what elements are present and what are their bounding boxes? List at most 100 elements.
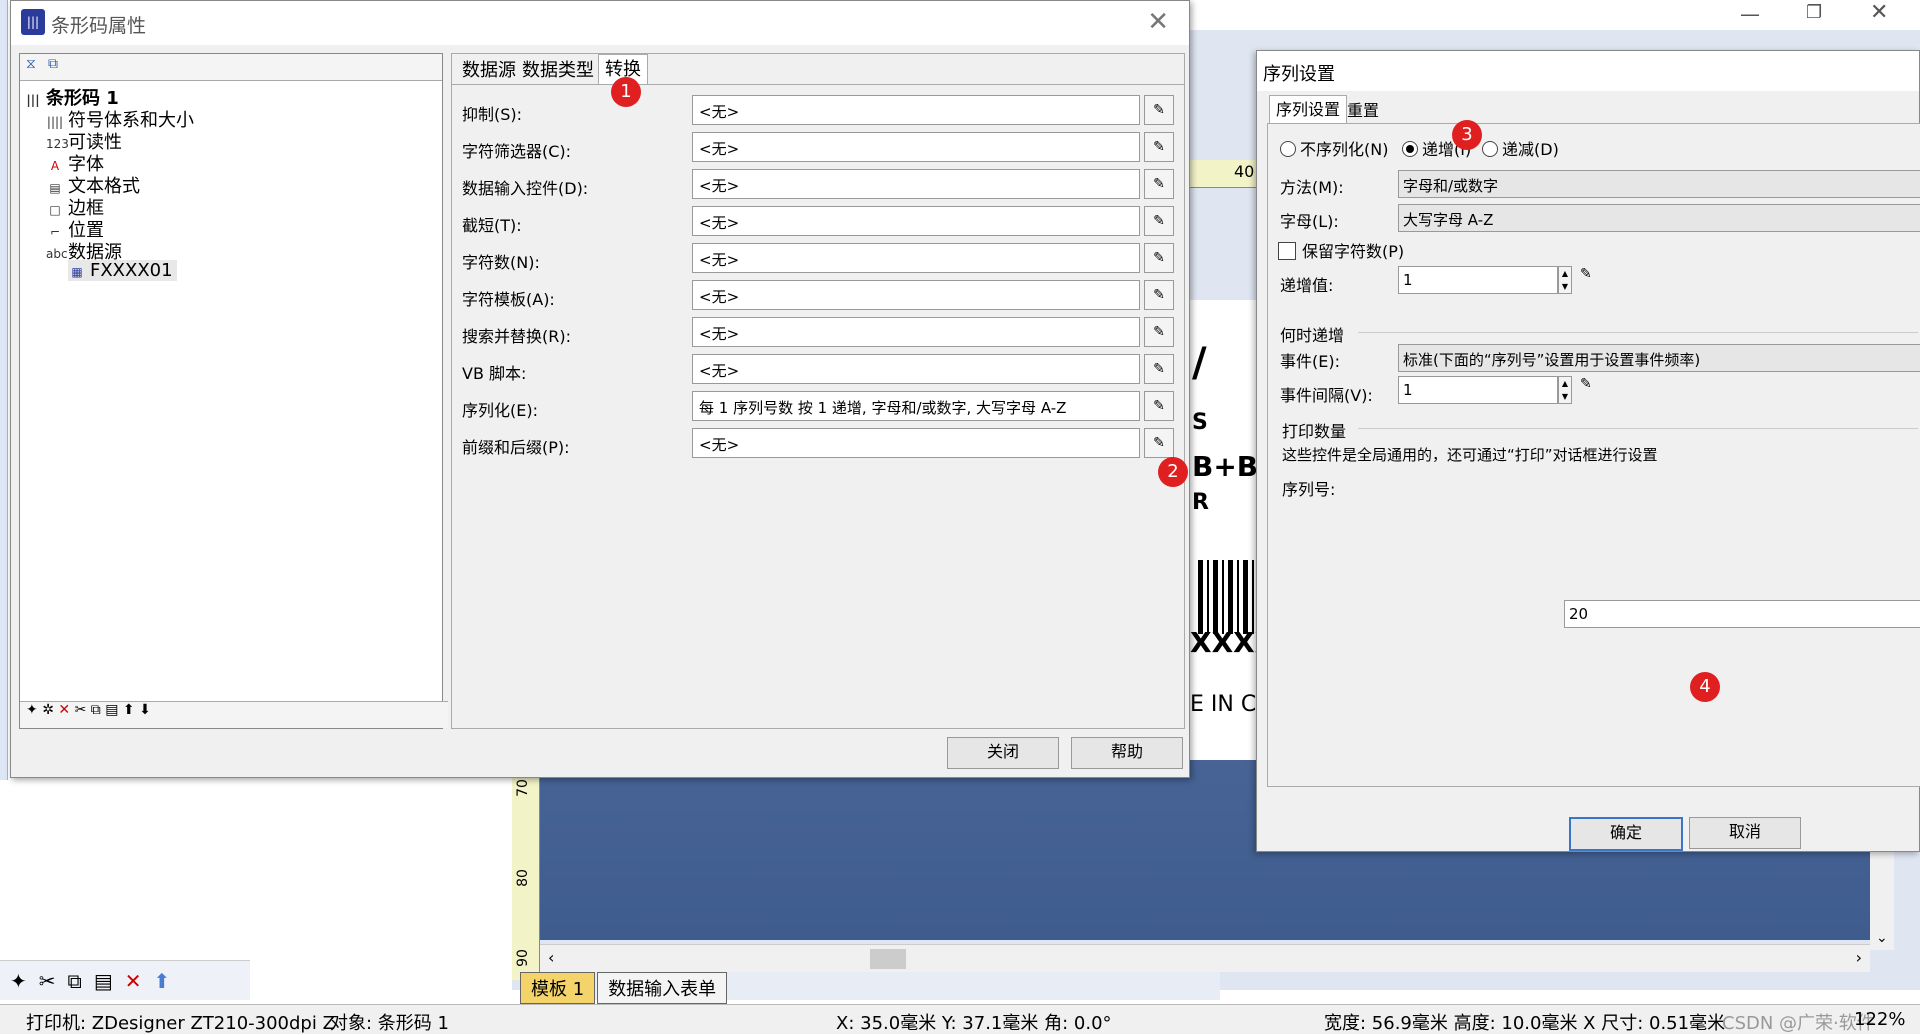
radio-label: 不序列化(N) [1300, 140, 1389, 159]
ok-button[interactable]: 确定 [1569, 817, 1683, 851]
expand-icon[interactable]: ⧖ [26, 56, 36, 72]
serial-number-input[interactable]: 20 [1564, 600, 1920, 628]
radio-decrement[interactable]: 递减(D) [1482, 136, 1559, 160]
dialog-title: 条形码属性 [51, 15, 147, 37]
event-select[interactable]: 标准(下面的“序列号”设置用于设置事件频率) [1398, 344, 1920, 372]
annotation-badge: 2 [1158, 457, 1188, 487]
print-quantity-group: 打印数量 [1282, 422, 1347, 441]
tab-template-1[interactable]: 模板 1 [520, 972, 596, 1004]
edit-icon[interactable]: ✎ [1580, 266, 1592, 282]
left-edge-panel [0, 0, 8, 780]
new-icon[interactable]: ✦ [26, 702, 38, 718]
field-label: 字符模板(A): [462, 290, 555, 309]
coords-status: X: 35.0毫米 Y: 37.1毫米 角: 0.0° [836, 1013, 1112, 1034]
group-divider [1358, 332, 1918, 333]
close-button[interactable]: 关闭 [947, 737, 1059, 769]
paste-icon[interactable]: ▤ [94, 969, 113, 993]
close-icon[interactable]: ✕ [1147, 7, 1169, 37]
scroll-down-icon[interactable]: ⌄ [1876, 930, 1888, 946]
text-format-icon: ▤ [49, 181, 61, 195]
interval-stepper[interactable]: ▲ ▼ [1558, 376, 1572, 404]
serial-settings-body: 不序列化(N) 递增(I) 递减(D) 方法(M): 字母和/或数字 字母(L)… [1267, 123, 1920, 787]
close-icon[interactable]: ✕ [1870, 0, 1888, 25]
tab-datasource[interactable]: 数据源 [456, 56, 522, 82]
move-down-icon[interactable]: ⬇ [139, 702, 151, 718]
vb-script-field[interactable]: <无> [692, 354, 1140, 384]
scroll-thumb[interactable] [870, 949, 906, 969]
cut-icon[interactable]: ✂ [75, 702, 87, 718]
event-label: 事件(E): [1280, 352, 1340, 371]
edit-icon[interactable]: ✎ [1144, 169, 1174, 199]
char-count-field[interactable]: <无> [692, 243, 1140, 273]
scroll-left-icon[interactable]: ‹ [548, 948, 554, 967]
restore-icon[interactable]: ❐ [1806, 2, 1822, 23]
increment-label: 递增值: [1280, 276, 1334, 295]
copy-icon[interactable]: ⧉ [68, 969, 82, 993]
search-replace-field[interactable]: <无> [692, 317, 1140, 347]
edit-icon[interactable]: ✎ [1144, 132, 1174, 162]
paste-icon[interactable]: ▤ [105, 702, 118, 718]
help-button[interactable]: 帮助 [1071, 737, 1183, 769]
suppress-field[interactable]: <无> [692, 95, 1140, 125]
field-label: 抑制(S): [462, 105, 523, 124]
tab-data-entry-form[interactable]: 数据输入表单 [597, 972, 728, 1004]
window-controls: — ❐ ✕ [1720, 0, 1920, 30]
edit-icon[interactable]: ✎ [1144, 280, 1174, 310]
tab-serial-settings[interactable]: 序列设置 [1269, 95, 1348, 126]
horizontal-scrollbar[interactable]: ‹ › [540, 944, 1870, 972]
edit-icon[interactable]: ✎ [1144, 95, 1174, 125]
increment-stepper[interactable]: ▲ ▼ [1558, 266, 1572, 294]
cut-icon[interactable]: ✂ [39, 969, 56, 993]
edit-icon[interactable]: ✎ [1144, 428, 1174, 458]
edit-icon[interactable]: ✎ [1144, 317, 1174, 347]
checkbox-icon [1278, 242, 1296, 260]
collapse-icon[interactable]: ⧉ [48, 56, 58, 72]
delete-icon[interactable]: ✕ [58, 702, 70, 718]
scroll-right-icon[interactable]: › [1856, 948, 1862, 967]
radio-no-serial[interactable]: 不序列化(N) [1280, 136, 1388, 160]
edit-icon[interactable]: ✎ [1580, 376, 1592, 392]
copy-icon[interactable]: ⧉ [91, 702, 101, 718]
barcode-properties-dialog: ||| 条形码属性 ✕ ⧖ ⧉ ||| 条形码 1 |||| 符号体系和大小 123… [10, 0, 1190, 778]
dialog-titlebar: ||| 条形码属性 ✕ [11, 1, 1189, 45]
minimize-icon[interactable]: — [1740, 2, 1760, 26]
cancel-button[interactable]: 取消 [1689, 817, 1801, 849]
wand-icon[interactable]: ✲ [42, 702, 54, 718]
field-label: VB 脚本: [462, 364, 527, 383]
move-up-icon[interactable]: ⬆ [153, 969, 170, 993]
annotation-badge: 1 [611, 77, 641, 107]
letter-select[interactable]: 大写字母 A-Z [1398, 204, 1920, 232]
keep-chars-checkbox[interactable]: 保留字符数(P) [1278, 238, 1404, 262]
move-up-icon[interactable]: ⬆ [123, 702, 135, 718]
new-icon[interactable]: ✦ [10, 969, 27, 993]
group-divider [1358, 428, 1918, 429]
tab-datatype[interactable]: 数据类型 [516, 56, 600, 82]
edit-icon[interactable]: ✎ [1144, 243, 1174, 273]
tab-reset[interactable]: 重置 [1341, 97, 1385, 121]
zoom-status: 122% [1854, 1009, 1906, 1030]
increment-input[interactable]: 1 [1398, 266, 1558, 294]
char-filter-field[interactable]: <无> [692, 132, 1140, 162]
edit-icon[interactable]: ✎ [1144, 391, 1174, 421]
tree-item-fxxxx01[interactable]: ▦ FXXXX01 [68, 260, 177, 281]
radio-label: 递减(D) [1502, 140, 1559, 159]
delete-icon[interactable]: ✕ [125, 969, 142, 993]
conversion-body: 抑制(S): <无> ✎ 字符筛选器(C): <无> ✎ 数据输入控件(D): <无> ✎ … [452, 84, 1184, 728]
field-label: 截短(T): [462, 216, 522, 235]
truncate-field[interactable]: <无> [692, 206, 1140, 236]
edit-icon[interactable]: ✎ [1144, 206, 1174, 236]
char-template-field[interactable]: <无> [692, 280, 1140, 310]
method-select[interactable]: 字母和/或数字 [1398, 170, 1920, 198]
watermark: CSDN @广荣·软件 [1722, 1013, 1875, 1034]
size-status: 宽度: 56.9毫米 高度: 10.0毫米 X 尺寸: 0.51毫米 [1324, 1013, 1726, 1034]
serialize-field[interactable]: 每 1 序列号数 按 1 递增, 字母和/或数字, 大写字母 A-Z [692, 391, 1140, 421]
interval-input[interactable]: 1 [1398, 376, 1558, 404]
object-toolbar: ✦ ✂ ⧉ ▤ ✕ ⬆ [0, 960, 250, 1000]
prefix-suffix-field[interactable]: <无> [692, 428, 1140, 458]
field-label: 字符筛选器(C): [462, 142, 572, 161]
data-entry-field[interactable]: <无> [692, 169, 1140, 199]
status-bar: 打印机: ZDesigner ZT210-300dpi Z 对象: 条形码 1 … [0, 1004, 1920, 1034]
border-icon: □ [49, 203, 61, 217]
edit-icon[interactable]: ✎ [1144, 354, 1174, 384]
row-search-replace: 搜索并替换(R): <无> ✎ [452, 315, 1184, 351]
